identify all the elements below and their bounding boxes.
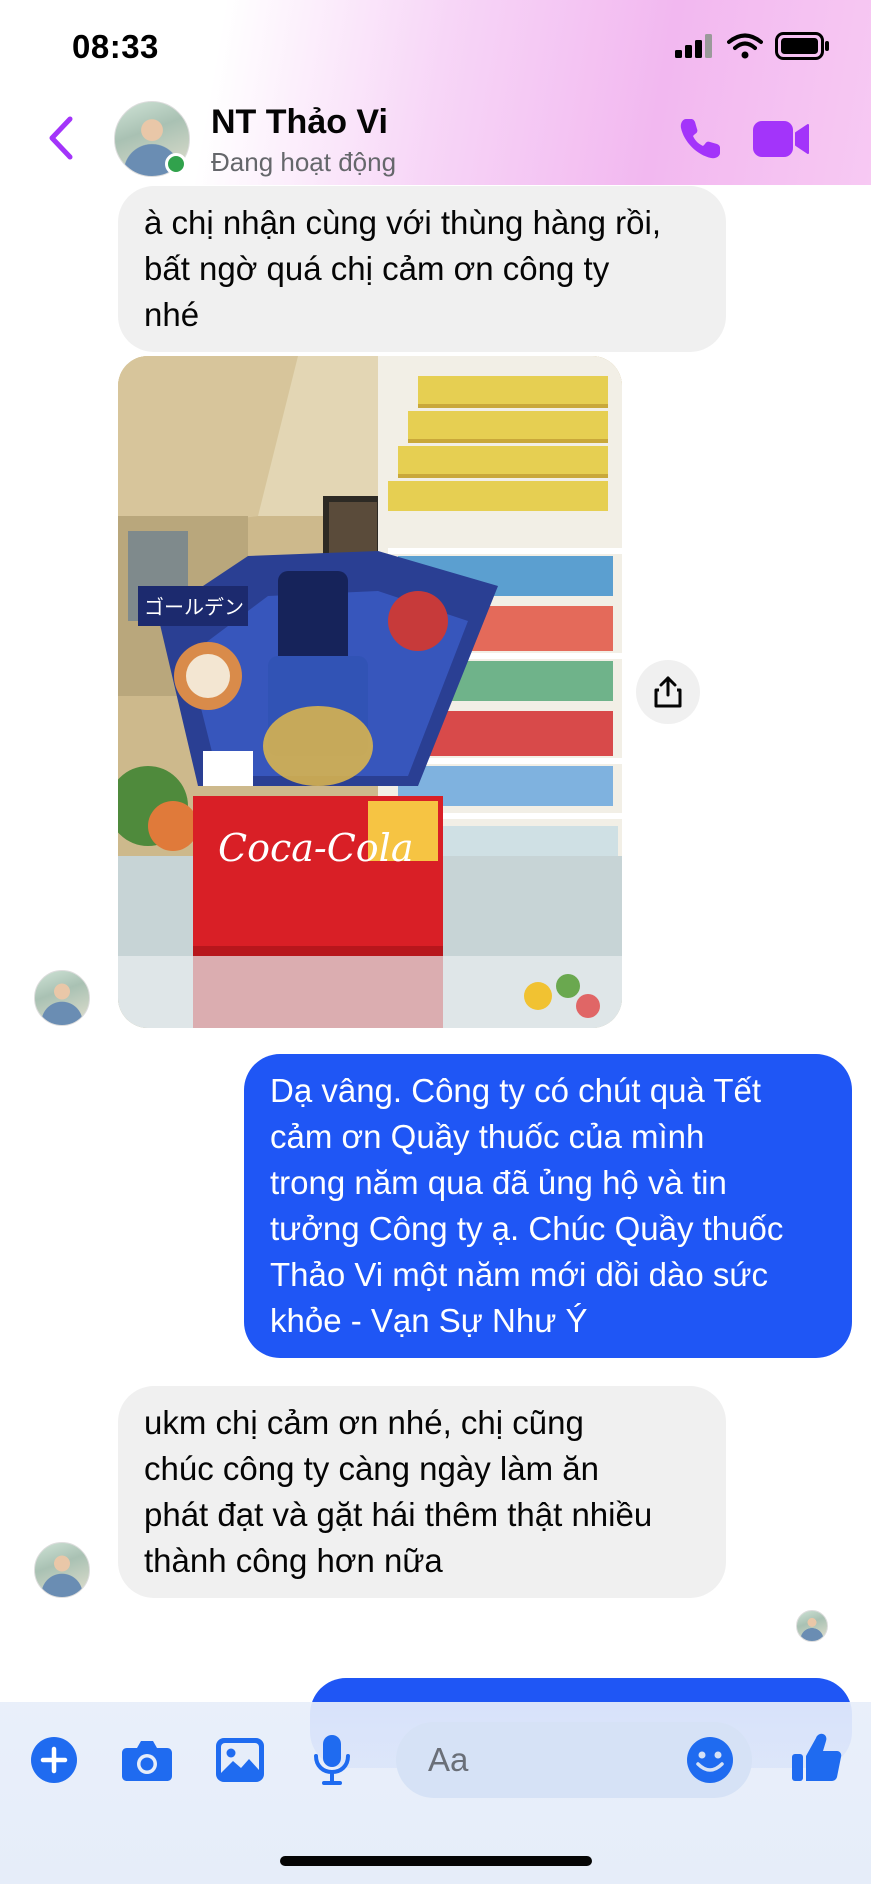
- message-line: ukm chị cảm ơn nhé, chị cũng: [144, 1404, 584, 1441]
- voice-call-button[interactable]: [676, 115, 724, 163]
- emoji-icon: [687, 1737, 733, 1783]
- message-line: nhé: [144, 296, 200, 333]
- contact-name[interactable]: NT Thảo Vi: [211, 103, 388, 142]
- status-icons: [675, 32, 831, 60]
- contact-active-status: Đang hoạt động: [211, 147, 397, 177]
- message-line: bất ngờ quá chị cảm ơn công ty: [144, 250, 610, 287]
- message-line: tưởng Công ty ạ. Chúc Quầy thuốc: [270, 1210, 784, 1247]
- emoji-button[interactable]: [682, 1732, 738, 1788]
- incoming-message-bubble[interactable]: ukm chị cảm ơn nhé, chị cũng chúc công t…: [118, 1386, 726, 1598]
- photo-text: ゴールデン: [144, 595, 244, 619]
- message-list[interactable]: à chị nhận cùng với thùng hàng rồi, bất …: [0, 0, 871, 1884]
- phone-icon: [680, 119, 720, 159]
- contact-avatar[interactable]: [34, 970, 90, 1026]
- share-icon: [654, 676, 682, 708]
- camera-button[interactable]: [119, 1732, 175, 1788]
- video-call-button[interactable]: [752, 117, 810, 161]
- message-line: cảm ơn Quầy thuốc của mình: [270, 1118, 705, 1155]
- back-chevron-icon: [49, 116, 73, 160]
- message-line: à chị nhận cùng với thùng hàng rồi,: [144, 204, 661, 241]
- message-line: khỏe - Vạn Sự Như Ý: [270, 1302, 588, 1339]
- message-line: chúc công ty càng ngày làm ăn: [144, 1450, 599, 1487]
- wifi-icon: [727, 33, 763, 59]
- online-status-dot: [165, 153, 187, 175]
- photo-message[interactable]: ゴールデン Coca-Cola: [118, 356, 622, 1028]
- message-text-field[interactable]: [428, 1736, 648, 1784]
- thumbs-up-icon: [792, 1733, 842, 1781]
- like-button[interactable]: [786, 1726, 848, 1788]
- photo-gallery-icon: [216, 1738, 264, 1782]
- home-indicator: [280, 1856, 592, 1866]
- message-input[interactable]: [396, 1722, 752, 1798]
- share-button[interactable]: [636, 660, 700, 724]
- plus-circle-icon: [31, 1737, 77, 1783]
- status-bar: 08:33: [0, 0, 871, 95]
- voice-message-button[interactable]: [304, 1732, 360, 1788]
- cellular-signal-icon: [675, 34, 712, 58]
- gift-basket-photo: ゴールデン Coca-Cola: [118, 356, 622, 1028]
- battery-icon: [775, 32, 829, 60]
- contact-avatar[interactable]: [34, 1542, 90, 1598]
- video-camera-icon: [753, 121, 809, 157]
- message-composer: [0, 1702, 871, 1884]
- microphone-icon: [314, 1735, 350, 1785]
- message-line: Thảo Vi một năm mới dồi dào sức: [270, 1256, 768, 1293]
- message-line: trong năm qua đã ủng hộ và tin: [270, 1164, 727, 1201]
- message-line: Dạ vâng. Công ty có chút quà Tết: [270, 1072, 762, 1109]
- back-button[interactable]: [42, 113, 82, 163]
- chat-header: NT Thảo Vi Đang hoạt động: [0, 95, 871, 185]
- coca-cola-label: Coca-Cola: [218, 826, 414, 870]
- status-time: 08:33: [72, 28, 159, 65]
- seen-receipt-avatar: [796, 1610, 828, 1642]
- message-line: thành công hơn nữa: [144, 1542, 443, 1579]
- message-line: phát đạt và gặt hái thêm thật nhiều: [144, 1496, 653, 1533]
- photo-gallery-button[interactable]: [212, 1732, 268, 1788]
- more-actions-button[interactable]: [26, 1732, 82, 1788]
- camera-icon: [122, 1741, 172, 1781]
- outgoing-message-bubble[interactable]: Dạ vâng. Công ty có chút quà Tết cảm ơn …: [244, 1054, 852, 1358]
- incoming-message-bubble[interactable]: à chị nhận cùng với thùng hàng rồi, bất …: [118, 186, 726, 352]
